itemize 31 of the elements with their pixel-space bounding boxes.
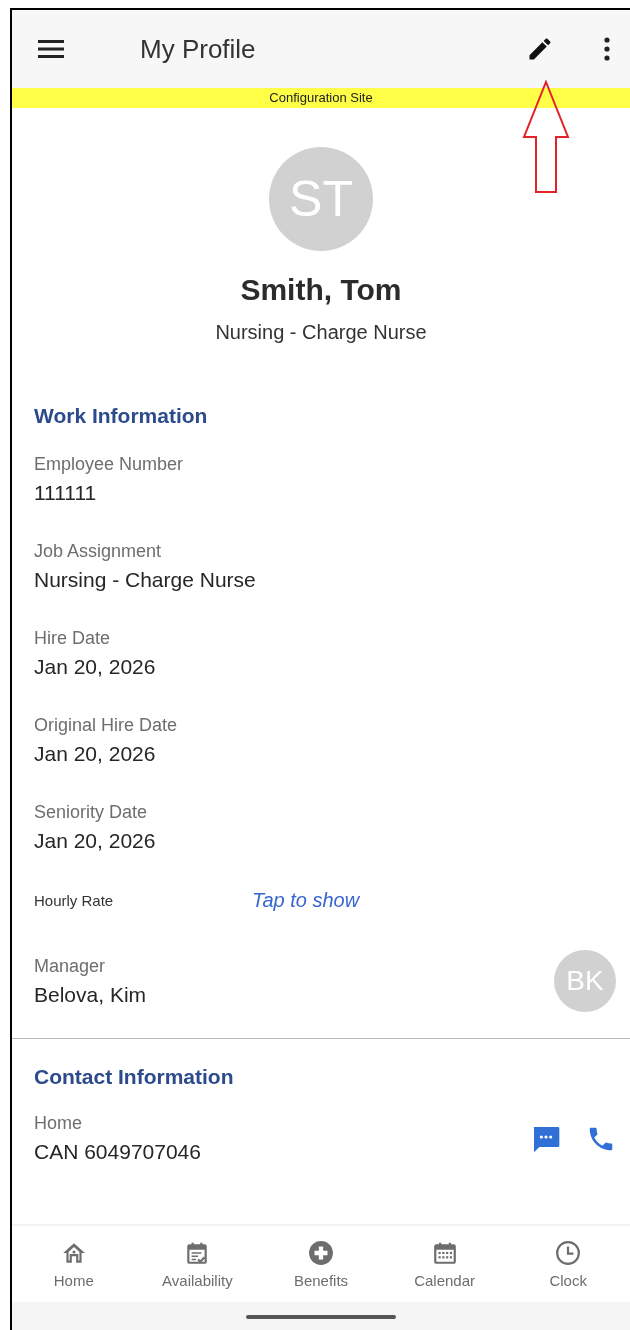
field-value: Jan 20, 2026 xyxy=(34,742,157,766)
nav-tab[interactable]: Benefits xyxy=(259,1226,383,1302)
nav-tab[interactable]: Clock xyxy=(506,1226,630,1302)
clock-icon xyxy=(555,1239,582,1266)
field-label: Home xyxy=(34,1113,83,1134)
field-label: Seniority Date xyxy=(34,802,149,823)
field-label: Hourly Rate xyxy=(34,892,115,909)
nav-tab[interactable]: Home xyxy=(12,1226,136,1302)
field-value: Jan 20, 2026 xyxy=(34,655,157,679)
field-value: CAN 6049707046 xyxy=(34,1140,201,1164)
more-icon[interactable] xyxy=(604,37,610,61)
nav-tab[interactable]: Availability xyxy=(135,1226,260,1302)
menu-icon[interactable] xyxy=(38,39,64,59)
field-label: Job Assignment xyxy=(34,541,163,562)
section-heading: Work Information xyxy=(34,404,209,428)
tap-to-show-link[interactable]: Tap to show xyxy=(252,889,360,912)
field-value: 111111 xyxy=(34,481,98,505)
field-label: Manager xyxy=(34,955,107,977)
plus-circle-icon xyxy=(308,1239,334,1266)
section-heading: Contact Information xyxy=(34,1065,235,1089)
field-label: Hire Date xyxy=(34,628,112,649)
field-value: Belova, Kim xyxy=(34,982,147,1007)
field-label: Employee Number xyxy=(34,454,185,475)
site-banner: Configuration Site xyxy=(12,88,630,108)
field-value: Jan 20, 2026 xyxy=(34,829,157,853)
page-title: My Profile xyxy=(140,33,257,65)
field-label: Original Hire Date xyxy=(34,715,179,736)
profile-position: Nursing - Charge Nurse xyxy=(215,321,427,344)
profile-name: Smith, Tom xyxy=(240,273,402,307)
field-value: Nursing - Charge Nurse xyxy=(34,568,257,592)
nav-tab[interactable]: Calendar xyxy=(382,1226,507,1302)
